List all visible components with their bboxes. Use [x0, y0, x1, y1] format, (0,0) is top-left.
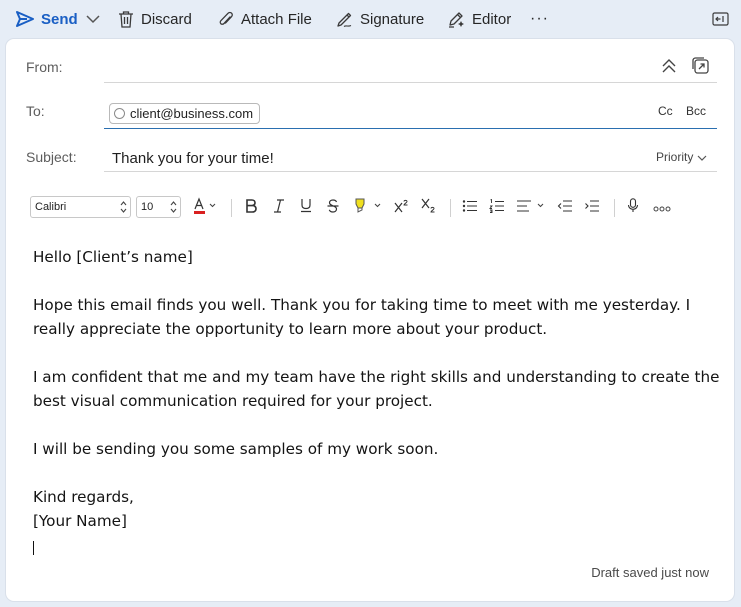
- priority-label: Priority: [656, 150, 694, 164]
- italic-icon: [273, 198, 285, 218]
- subject-input[interactable]: [112, 147, 532, 169]
- align-icon: [516, 199, 548, 218]
- increase-indent-button[interactable]: [583, 196, 601, 220]
- more-options-button[interactable]: ···: [530, 0, 549, 38]
- toolbar-divider: [450, 199, 451, 217]
- decrease-indent-icon: [557, 199, 573, 218]
- send-label: Send: [41, 10, 78, 28]
- collapse-header-button[interactable]: [660, 57, 678, 75]
- toolbar-divider: [614, 199, 615, 217]
- highlight-icon: [353, 197, 383, 220]
- decrease-indent-button[interactable]: [556, 196, 574, 220]
- subject-label: Subject:: [26, 149, 77, 165]
- microphone-icon: [627, 198, 639, 218]
- send-options-button[interactable]: [86, 0, 100, 38]
- from-divider: [104, 82, 717, 83]
- signature-label: Signature: [360, 10, 425, 28]
- to-field-underline: [104, 128, 717, 129]
- discard-label: Discard: [141, 10, 192, 28]
- greeting-line: Hello [Client’s name]: [33, 248, 193, 266]
- highlight-button[interactable]: [352, 196, 384, 220]
- bcc-button[interactable]: Bcc: [686, 104, 706, 118]
- body-paragraph: I will be sending you some samples of my…: [33, 440, 439, 458]
- increase-indent-icon: [584, 199, 600, 218]
- updown-arrows-icon: [170, 199, 177, 215]
- subscript-button[interactable]: [420, 196, 438, 220]
- to-label: To:: [26, 103, 45, 119]
- signature-line: [Your Name]: [33, 512, 127, 530]
- bold-icon: [245, 198, 257, 218]
- popout-window-button[interactable]: [712, 0, 729, 38]
- paperclip-icon: [219, 11, 234, 28]
- more-label: ···: [530, 10, 549, 27]
- body-paragraph: I am confident that me and my team have …: [33, 368, 720, 410]
- double-chevron-up-icon: [660, 59, 678, 79]
- from-label: From:: [26, 59, 63, 75]
- recipient-address: client@business.com: [130, 106, 254, 121]
- strikethrough-icon: [327, 198, 339, 218]
- numbered-list-icon: [489, 198, 505, 218]
- font-family-value: Calibri: [35, 201, 67, 213]
- font-color-button[interactable]: [190, 196, 220, 220]
- popout-icon: [712, 12, 729, 26]
- editor-label: Editor: [472, 10, 512, 28]
- font-size-select[interactable]: 10: [136, 196, 181, 218]
- chevron-down-icon: [693, 150, 707, 164]
- closing-line: Kind regards,: [33, 488, 134, 506]
- signature-button[interactable]: Signature: [336, 0, 424, 38]
- priority-dropdown[interactable]: Priority: [656, 150, 707, 164]
- trash-icon: [118, 10, 134, 28]
- dictate-button[interactable]: [624, 196, 642, 220]
- compose-toolbar: Send Discard Attach File Signature Edito…: [0, 0, 741, 38]
- superscript-icon: [394, 199, 410, 218]
- align-dropdown-button[interactable]: [515, 196, 549, 220]
- contact-avatar-icon: [114, 108, 125, 119]
- italic-button[interactable]: [270, 196, 288, 220]
- underline-icon: [300, 198, 312, 218]
- compose-card: From: To: client@business.com Cc Bcc Sub…: [6, 39, 734, 601]
- editor-button[interactable]: Editor: [448, 0, 511, 38]
- cc-button[interactable]: Cc: [658, 104, 673, 118]
- open-in-window-button[interactable]: [692, 57, 710, 75]
- font-color-icon: [193, 196, 217, 220]
- font-family-select[interactable]: Calibri: [30, 196, 131, 218]
- strikethrough-button[interactable]: [324, 196, 342, 220]
- recipient-chip[interactable]: client@business.com: [109, 103, 261, 124]
- underline-button[interactable]: [297, 196, 315, 220]
- message-body[interactable]: Hello [Client’s name] Hope this email fi…: [33, 245, 723, 533]
- more-format-options-button[interactable]: [651, 196, 673, 220]
- bold-button[interactable]: [242, 196, 260, 220]
- chevron-down-icon: [86, 14, 100, 24]
- bullet-list-button[interactable]: [461, 196, 479, 220]
- pen-icon: [336, 11, 353, 28]
- toolbar-divider: [231, 199, 232, 217]
- numbered-list-button[interactable]: [488, 196, 506, 220]
- discard-button[interactable]: Discard: [118, 0, 192, 38]
- text-cursor: [33, 541, 34, 555]
- send-button[interactable]: Send: [16, 0, 78, 38]
- draft-status: Draft saved just now: [591, 565, 709, 580]
- attach-file-button[interactable]: Attach File: [219, 0, 312, 38]
- open-window-icon: [692, 57, 710, 79]
- send-icon: [16, 11, 34, 27]
- bullet-list-icon: [462, 199, 478, 218]
- font-size-value: 10: [141, 201, 154, 213]
- editor-pen-icon: [448, 11, 465, 28]
- attach-file-label: Attach File: [241, 10, 312, 28]
- subscript-icon: [421, 198, 437, 219]
- updown-arrows-icon: [120, 199, 127, 215]
- subject-divider: [104, 171, 717, 172]
- body-paragraph: Hope this email finds you well. Thank yo…: [33, 296, 691, 338]
- more-options-icon: [653, 199, 671, 217]
- superscript-button[interactable]: [393, 196, 411, 220]
